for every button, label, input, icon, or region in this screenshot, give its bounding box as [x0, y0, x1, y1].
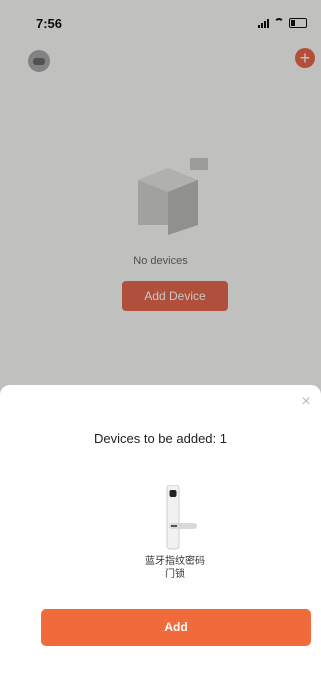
smart-lock-icon[interactable]: [155, 485, 203, 555]
close-icon[interactable]: ×: [299, 394, 313, 410]
add-button[interactable]: Add: [41, 609, 311, 646]
add-device-sheet: × Devices to be added: 1 蓝牙指纹密码 门锁 Add: [0, 385, 321, 686]
sheet-title: Devices to be added: 1: [94, 431, 227, 446]
device-name: 蓝牙指纹密码 门锁: [145, 556, 205, 580]
